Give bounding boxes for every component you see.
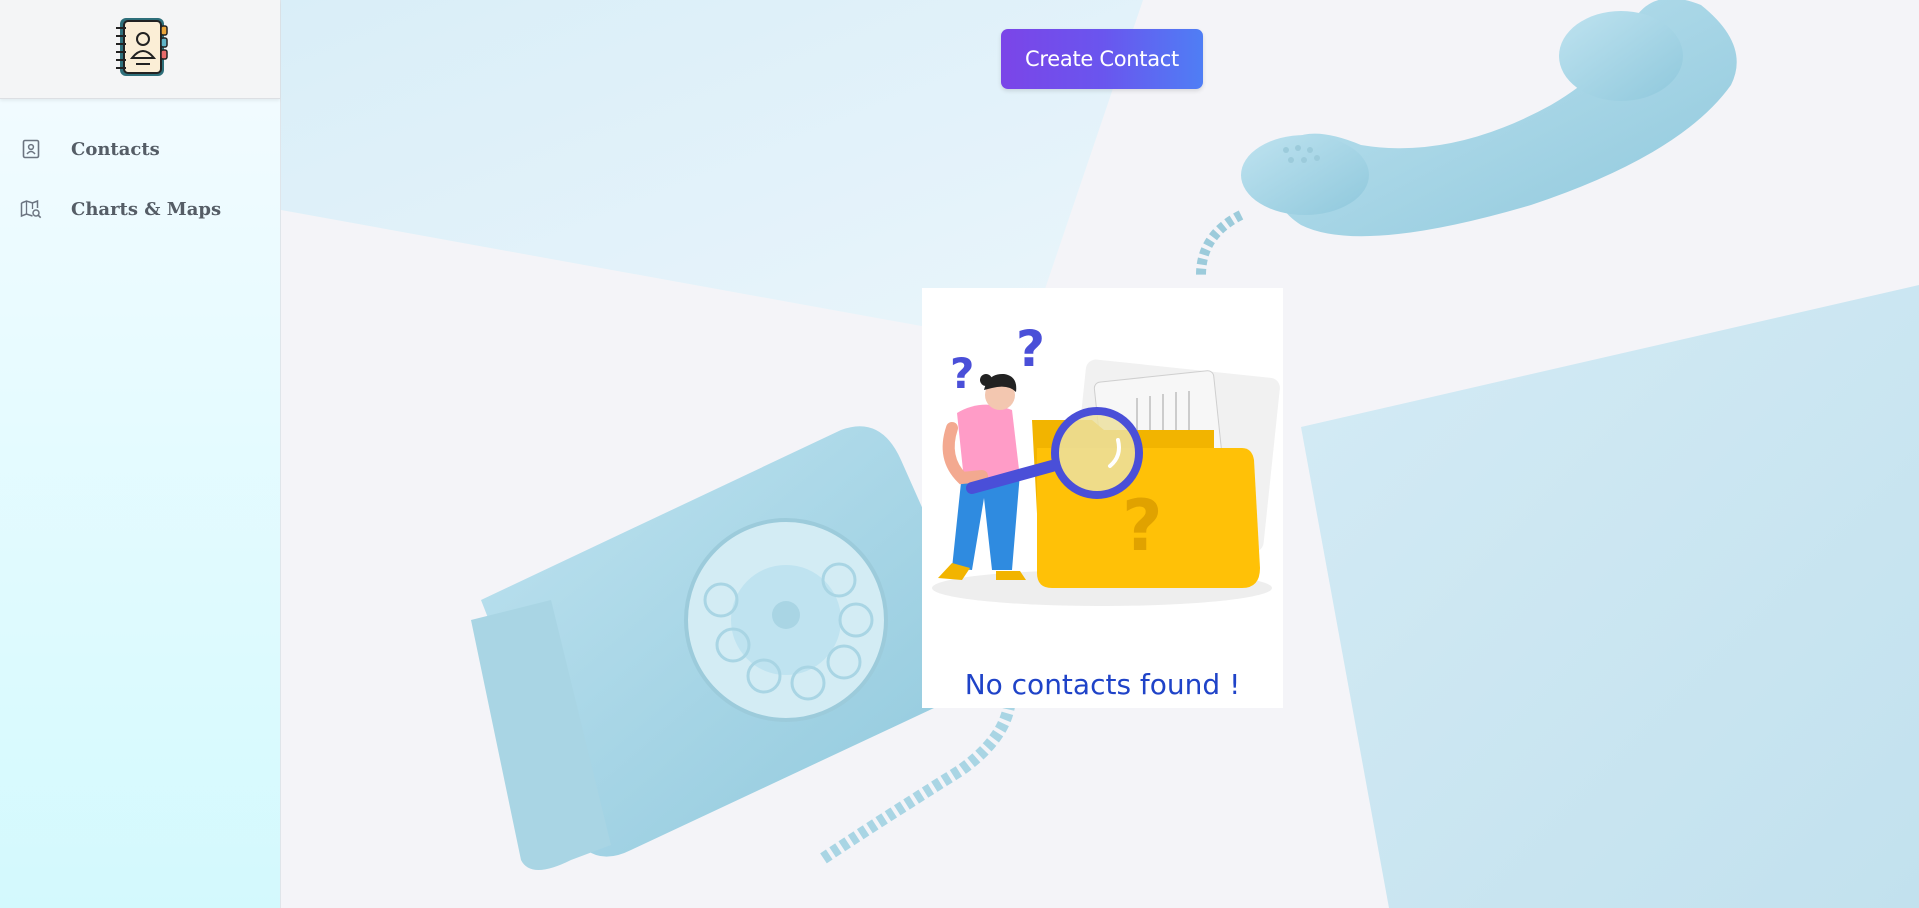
main-content: Create Contact ? ? ? No contacts found !	[281, 0, 1919, 908]
brand-header	[0, 0, 280, 99]
create-contact-button[interactable]: Create Contact	[1001, 29, 1203, 89]
sidebar-item-charts-maps[interactable]: Charts & Maps	[0, 179, 280, 239]
sidebar-item-contacts[interactable]: Contacts	[0, 119, 280, 179]
contact-card-icon	[20, 138, 42, 160]
svg-text:?: ?	[1016, 320, 1045, 378]
svg-text:?: ?	[950, 349, 974, 398]
empty-state-card: ? ? ? No contacts found !	[922, 288, 1283, 708]
contact-book-icon[interactable]	[110, 16, 170, 83]
svg-text:?: ?	[1122, 485, 1163, 567]
sidebar-nav: Contacts Charts & Maps	[0, 99, 280, 239]
sidebar-item-label: Charts & Maps	[71, 198, 222, 220]
woman-with-magnifier-and-folder-icon: ? ? ?	[932, 320, 1280, 606]
empty-state-message: No contacts found !	[964, 668, 1241, 701]
sidebar: Contacts Charts & Maps	[0, 0, 281, 908]
sidebar-item-label: Contacts	[71, 138, 160, 160]
map-search-icon	[20, 198, 42, 220]
